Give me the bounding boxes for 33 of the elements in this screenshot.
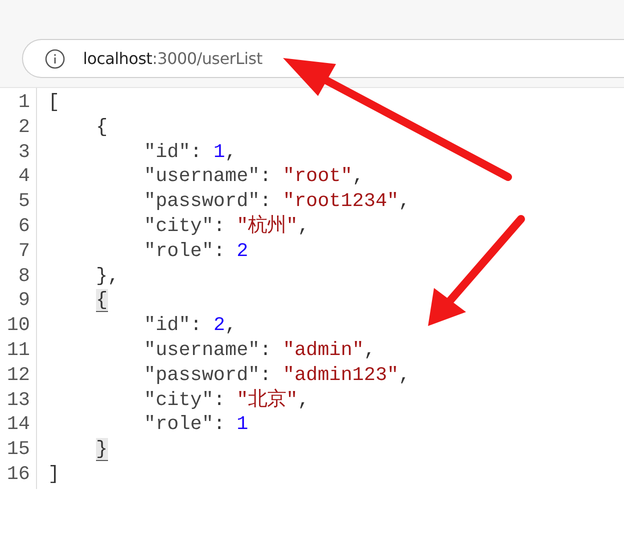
line-number: 14	[6, 412, 31, 438]
code-line: "city": "北京",	[144, 388, 310, 411]
code-line: "role": 1	[144, 413, 248, 436]
code-line: {	[96, 116, 108, 138]
code-line: "password": "admin123",	[144, 364, 410, 386]
code-line: [	[48, 91, 60, 113]
line-number: 4	[17, 164, 31, 190]
line-number: 13	[6, 388, 31, 412]
line-number: 5	[17, 189, 31, 214]
line-number: 2	[17, 114, 31, 140]
code-line: },	[96, 264, 120, 287]
line-number: 8	[17, 264, 31, 288]
line-number: 6	[17, 214, 31, 239]
line-number: 16	[6, 462, 31, 487]
line-number: 11	[6, 338, 31, 363]
code-line: "id": 2,	[144, 314, 237, 336]
line-number: 7	[17, 238, 31, 264]
line-number: 15	[6, 437, 31, 462]
code-line: "password": "root1234",	[144, 190, 410, 212]
code-line: "id": 1,	[144, 140, 237, 163]
line-number: 3	[17, 140, 31, 164]
line-number: 1	[17, 90, 31, 115]
code-line: "role": 2	[144, 240, 248, 262]
code-line: "username": "root",	[144, 165, 364, 188]
code-line: "city": "杭州",	[144, 214, 310, 237]
address-bar[interactable]: localhost:3000/userList	[22, 39, 624, 78]
code-line: ]	[48, 462, 60, 485]
line-number: 10	[6, 313, 31, 338]
code-line: "username": "admin",	[144, 338, 376, 361]
line-number: 12	[6, 362, 31, 388]
url-text: localhost:3000/userList	[83, 48, 262, 70]
line-number: 9	[17, 288, 31, 314]
info-icon	[45, 48, 65, 68]
